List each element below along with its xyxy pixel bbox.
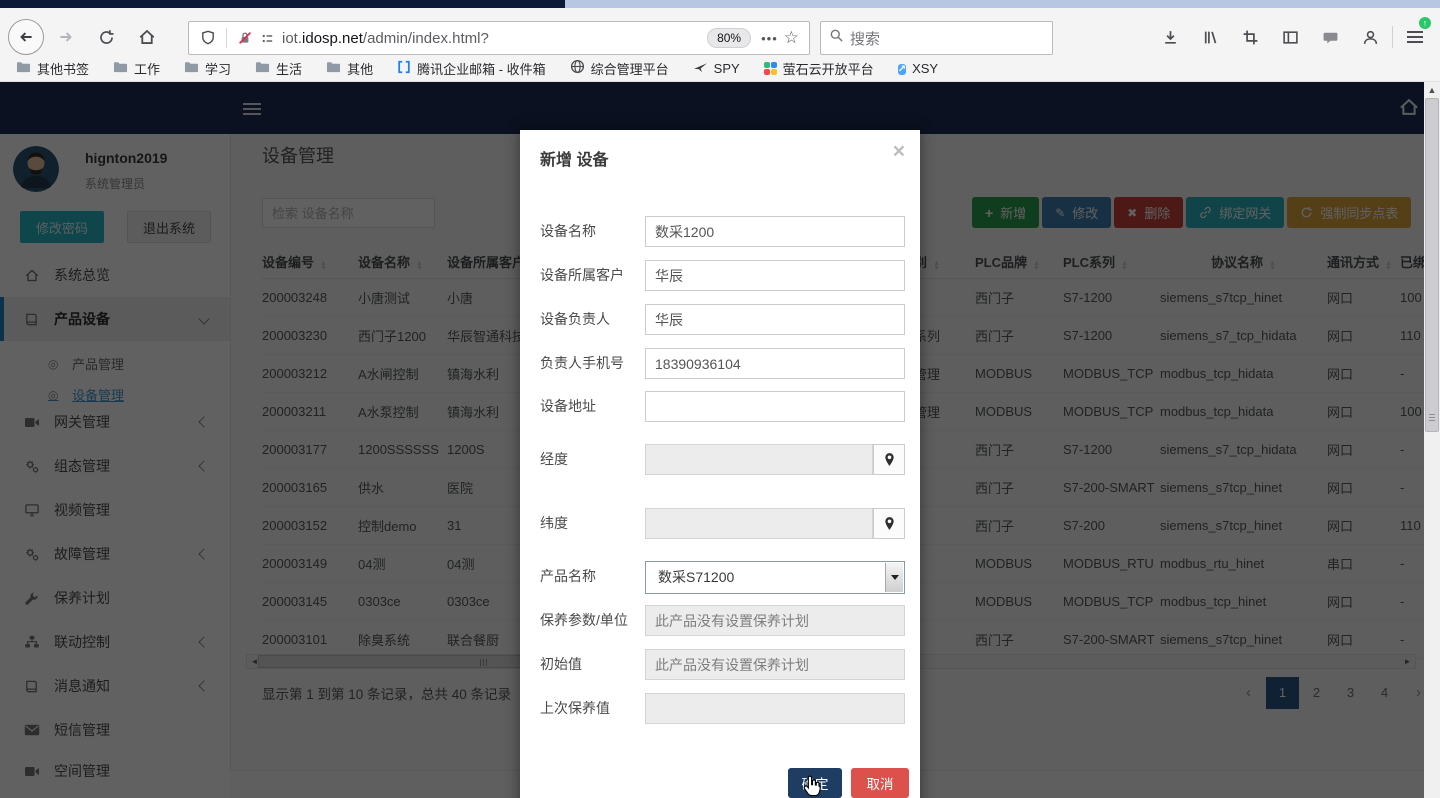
folder-icon xyxy=(184,60,199,77)
permissions-icon[interactable] xyxy=(256,27,278,49)
map-marker-button[interactable] xyxy=(873,508,905,539)
bookmark-item[interactable]: 其他书签 xyxy=(16,59,89,78)
shield-icon[interactable] xyxy=(197,27,219,49)
field-label: 设备名称 xyxy=(540,216,642,247)
toolbar-divider xyxy=(1392,26,1393,48)
dropdown-arrow-icon[interactable] xyxy=(885,563,903,592)
add-device-modal: 新增 设备 × 设备名称设备所属客户设备负责人负责人手机号设备地址经度纬度产品名… xyxy=(520,130,920,798)
map-marker-button[interactable] xyxy=(873,444,905,475)
search-icon xyxy=(829,28,844,48)
bookmark-label: 工作 xyxy=(134,59,160,78)
active-tab-strip xyxy=(0,0,565,8)
field-label: 保养参数/单位 xyxy=(540,605,642,636)
menu-icon[interactable]: ↑ xyxy=(1395,21,1435,53)
update-badge-icon: ↑ xyxy=(1419,17,1431,29)
home-button[interactable] xyxy=(131,21,163,53)
downloads-icon[interactable] xyxy=(1150,21,1190,53)
bookmark-label: SPY xyxy=(714,61,740,76)
folder-icon xyxy=(113,60,128,77)
bookmark-label: XSY xyxy=(912,61,938,76)
vscroll-up-icon[interactable]: ▲ xyxy=(1424,82,1440,98)
bookmark-item[interactable]: 学习 xyxy=(184,59,231,78)
field-label: 经度 xyxy=(540,444,642,475)
bookmark-label: 其他 xyxy=(347,59,373,78)
bookmark-label: 萤石云开放平台 xyxy=(783,59,874,78)
field-input-2[interactable] xyxy=(645,304,905,335)
search-bar[interactable]: 搜索 xyxy=(820,21,1053,55)
bookmarks-bar: 其他书签 工作 学习 生活 其他 腾讯企业邮箱 - 收件箱 综合管理平台 SPY 萤石云开放平台… xyxy=(0,55,1440,82)
field-input-0[interactable] xyxy=(645,216,905,247)
urlbar-divider xyxy=(226,28,227,48)
field-label: 纬度 xyxy=(540,508,642,539)
bookmark-label: 综合管理平台 xyxy=(591,59,669,78)
field-input-6 xyxy=(645,508,873,539)
page-actions-icon[interactable]: ••• xyxy=(761,31,778,46)
field-label: 上次保养值 xyxy=(540,693,642,724)
mouse-cursor xyxy=(801,774,824,798)
field-input-10 xyxy=(645,693,905,724)
field-input-8 xyxy=(645,605,905,636)
ys7-icon xyxy=(764,62,777,75)
url-bar[interactable]: iot.idosp.net/admin/index.html? 80% ••• … xyxy=(188,21,810,55)
folder-icon xyxy=(326,60,341,77)
bookmark-item[interactable]: SPY xyxy=(693,60,740,76)
bookmark-star-icon[interactable]: ☆ xyxy=(784,28,799,48)
field-input-9 xyxy=(645,649,905,680)
zoom-indicator[interactable]: 80% xyxy=(707,28,751,48)
bookmark-item[interactable]: 工作 xyxy=(113,59,160,78)
url-text[interactable]: iot.idosp.net/admin/index.html? xyxy=(282,30,701,47)
firefox-window: iot.idosp.net/admin/index.html? 80% ••• … xyxy=(0,0,1440,798)
cancel-button[interactable]: 取消 xyxy=(851,768,909,798)
browser-toolbar: iot.idosp.net/admin/index.html? 80% ••• … xyxy=(0,8,1440,55)
bookmark-label: 腾讯企业邮箱 - 收件箱 xyxy=(417,59,546,78)
bookmark-label: 生活 xyxy=(276,59,302,78)
search-placeholder: 搜索 xyxy=(850,28,880,49)
field-input-4[interactable] xyxy=(645,391,905,422)
bookmark-label: 学习 xyxy=(205,59,231,78)
close-icon[interactable]: × xyxy=(893,140,905,164)
field-label: 设备所属客户 xyxy=(540,260,642,291)
bookmark-item[interactable]: 腾讯企业邮箱 - 收件箱 xyxy=(397,59,546,78)
vscroll-thumb[interactable] xyxy=(1425,98,1439,432)
field-input-3[interactable] xyxy=(645,348,905,379)
back-button[interactable] xyxy=(8,19,44,55)
browser-vscrollbar[interactable]: ▲ xyxy=(1424,82,1440,798)
bookmark-item[interactable]: 萤石云开放平台 xyxy=(764,59,874,78)
modal-title: 新增 设备 xyxy=(540,146,608,170)
xsy-icon: ↗ xyxy=(898,60,906,77)
spy-icon xyxy=(693,60,708,76)
folder-icon xyxy=(255,60,270,77)
field-input-5 xyxy=(645,444,873,475)
tencent-icon xyxy=(397,60,411,77)
folder-icon xyxy=(16,60,31,77)
select-value: 数采S71200 xyxy=(658,562,734,593)
screenshot-icon[interactable] xyxy=(1230,21,1270,53)
field-label: 设备地址 xyxy=(540,391,642,422)
field-label: 负责人手机号 xyxy=(540,348,642,379)
bookmark-item[interactable]: 其他 xyxy=(326,59,373,78)
titlebar xyxy=(0,0,1440,8)
field-label: 设备负责人 xyxy=(540,304,642,335)
field-input-1[interactable] xyxy=(645,260,905,291)
chat-icon[interactable] xyxy=(1310,21,1350,53)
sidebar-toggle-icon[interactable] xyxy=(1270,21,1310,53)
bookmark-item[interactable]: ↗ XSY xyxy=(898,60,938,77)
account-icon[interactable] xyxy=(1350,21,1390,53)
insecure-lock-icon[interactable] xyxy=(234,27,256,49)
field-label: 产品名称 xyxy=(540,561,642,592)
bookmark-item[interactable]: 综合管理平台 xyxy=(570,59,669,78)
product-select[interactable]: 数采S71200 xyxy=(645,561,905,594)
field-label: 初始值 xyxy=(540,649,642,680)
reload-button[interactable] xyxy=(90,21,122,53)
globe-icon xyxy=(570,59,585,77)
bookmark-label: 其他书签 xyxy=(37,59,89,78)
bookmark-item[interactable]: 生活 xyxy=(255,59,302,78)
library-icon[interactable] xyxy=(1190,21,1230,53)
forward-button[interactable] xyxy=(50,21,82,53)
